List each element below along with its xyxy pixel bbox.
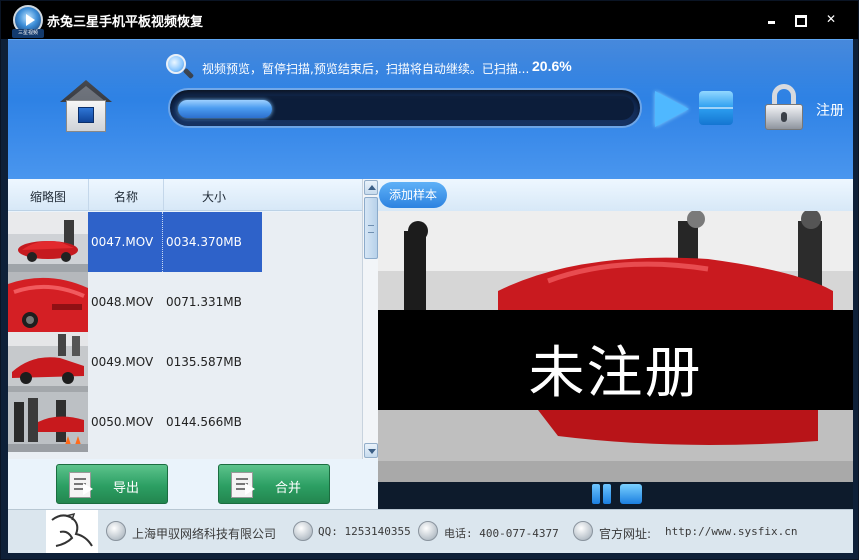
scroll-down-icon[interactable] bbox=[364, 443, 378, 458]
preview-panel: 添加样本 未注册 bbox=[378, 179, 853, 509]
window-title: 赤兔三星手机平板视频恢复 bbox=[47, 15, 204, 30]
file-name: 0049.MOV bbox=[91, 355, 154, 369]
scan-status-text: 视频预览，暂停扫描,预览结束后，扫描将自动继续。已扫描... bbox=[202, 62, 530, 76]
header-toolbar: 视频预览，暂停扫描,预览结束后，扫描将自动继续。已扫描... 20.6% 注册 bbox=[8, 39, 853, 179]
preview-toolbar: 添加样本 bbox=[378, 179, 853, 211]
register-button[interactable]: 注册 bbox=[816, 100, 844, 120]
file-list-scrollbar[interactable] bbox=[362, 179, 378, 459]
close-button[interactable]: ✕ bbox=[822, 10, 840, 28]
maximize-button[interactable] bbox=[791, 10, 809, 28]
company-icon bbox=[106, 521, 126, 541]
file-row[interactable]: 0050.MOV 0144.566MB bbox=[8, 392, 362, 452]
file-name: 0050.MOV bbox=[91, 415, 154, 429]
stop-button[interactable] bbox=[699, 91, 733, 125]
export-label: 导出 bbox=[113, 481, 140, 496]
file-list-header: 缩略图 名称 大小 bbox=[8, 179, 362, 211]
globe-icon bbox=[573, 521, 593, 541]
merge-label: 合并 bbox=[275, 481, 302, 496]
app-window: 三星视频 赤兔三星手机平板视频恢复 ✕ 视频预览，暂停扫描,预览结束后，扫描将自… bbox=[0, 0, 859, 560]
file-size: 0071.331MB bbox=[166, 295, 242, 309]
unregistered-watermark: 未注册 bbox=[528, 341, 703, 406]
phone-icon bbox=[418, 521, 438, 541]
preview-stop-button[interactable] bbox=[620, 484, 642, 504]
scan-percent: 20.6% bbox=[532, 58, 572, 74]
video-thumbnail bbox=[8, 212, 88, 272]
window-bottom-border bbox=[1, 553, 858, 559]
column-header-size[interactable]: 大小 bbox=[202, 188, 226, 205]
file-size: 0135.587MB bbox=[166, 355, 242, 369]
app-logo-icon: 三星视频 bbox=[12, 5, 44, 38]
home-button[interactable] bbox=[58, 80, 114, 136]
video-thumbnail bbox=[8, 392, 88, 452]
qq-number: QQ: 1253140355 bbox=[318, 525, 411, 538]
company-logo bbox=[46, 510, 98, 554]
file-list-panel: 缩略图 名称 大小 0047.MOV 0034.370MB 0048.MOV 0… bbox=[8, 179, 378, 509]
file-row[interactable]: 0049.MOV 0135.587MB bbox=[8, 332, 362, 392]
company-name: 上海甲驭网络科技有限公司 bbox=[132, 527, 277, 541]
minimize-button[interactable] bbox=[763, 10, 781, 28]
app-logo-label: 三星视频 bbox=[12, 29, 44, 38]
file-row[interactable]: 0047.MOV 0034.370MB bbox=[8, 212, 362, 272]
scrollbar-thumb[interactable] bbox=[364, 197, 378, 259]
website-link[interactable]: http://www.sysfix.cn bbox=[665, 525, 797, 538]
play-button[interactable] bbox=[655, 91, 693, 127]
video-thumbnail bbox=[8, 332, 88, 392]
file-name: 0048.MOV bbox=[91, 295, 154, 309]
export-button[interactable]: 导出 bbox=[56, 464, 168, 504]
file-list: 0047.MOV 0034.370MB 0048.MOV 0071.331MB … bbox=[8, 212, 362, 459]
pause-button[interactable] bbox=[592, 484, 612, 504]
scroll-up-icon[interactable] bbox=[364, 180, 378, 195]
file-row[interactable]: 0048.MOV 0071.331MB bbox=[8, 272, 362, 332]
video-thumbnail bbox=[8, 272, 88, 332]
file-size: 0034.370MB bbox=[166, 235, 242, 249]
home-icon bbox=[60, 80, 112, 102]
scan-progress-fill bbox=[178, 100, 272, 118]
website-label: 官方网址: bbox=[599, 527, 652, 541]
column-header-thumbnail[interactable]: 缩略图 bbox=[30, 188, 66, 205]
column-header-name[interactable]: 名称 bbox=[114, 188, 138, 205]
file-size: 0144.566MB bbox=[166, 415, 242, 429]
lock-icon[interactable] bbox=[763, 84, 805, 132]
add-sample-button[interactable]: 添加样本 bbox=[379, 182, 447, 208]
scan-progress-bar bbox=[168, 88, 642, 128]
qq-icon bbox=[293, 521, 313, 541]
phone-number: 电话: 400-077-4377 bbox=[444, 527, 559, 540]
video-preview: 未注册 bbox=[378, 211, 853, 482]
merge-button[interactable]: 合并 bbox=[218, 464, 330, 504]
magnifier-icon bbox=[166, 54, 195, 82]
footer: 上海甲驭网络科技有限公司 QQ: 1253140355 电话: 400-077-… bbox=[8, 509, 853, 554]
title-bar: 三星视频 赤兔三星手机平板视频恢复 ✕ bbox=[1, 1, 858, 39]
file-name: 0047.MOV bbox=[91, 235, 154, 249]
